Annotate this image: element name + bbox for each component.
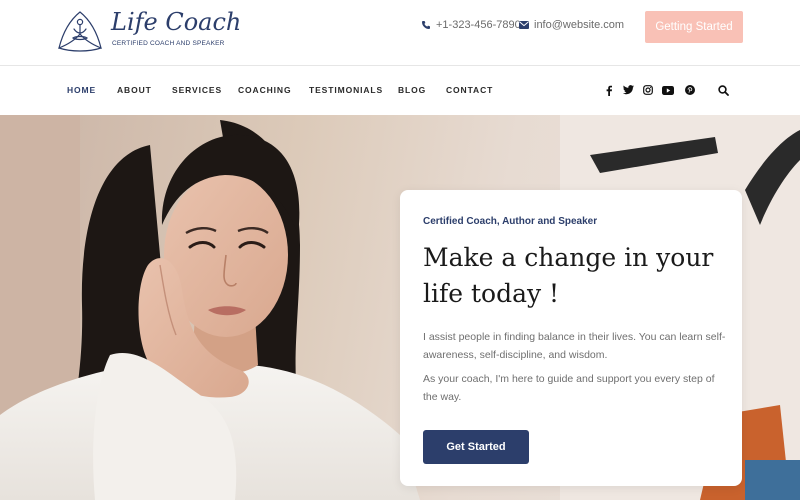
twitter-icon[interactable] [622, 84, 634, 96]
hero-section: Certified Coach, Author and Speaker Make… [0, 115, 800, 500]
hero-paragraph-1: I assist people in finding balance in th… [423, 331, 726, 361]
get-started-button[interactable]: Get Started [423, 430, 529, 464]
youtube-icon[interactable] [662, 84, 674, 96]
logo-title: Life Coach [111, 8, 242, 36]
envelope-icon [519, 21, 529, 29]
pinterest-icon[interactable] [684, 84, 696, 96]
top-bar: Life Coach CERTIFIED COACH AND SPEAKER +… [0, 0, 800, 66]
phone-icon [422, 21, 430, 29]
email-contact[interactable]: info@website.com [519, 19, 624, 31]
phone-contact[interactable]: +1-323-456-7890 [421, 19, 521, 31]
instagram-icon[interactable] [642, 84, 654, 96]
logo[interactable]: Life Coach CERTIFIED COACH AND SPEAKER [55, 6, 241, 56]
facebook-icon[interactable] [603, 84, 615, 96]
hero-card: Certified Coach, Author and Speaker Make… [400, 190, 742, 486]
nav-item-about[interactable]: ABOUT [117, 85, 152, 95]
hero-eyebrow: Certified Coach, Author and Speaker [423, 216, 598, 227]
getting-started-button[interactable]: Getting Started [645, 11, 743, 43]
nav-item-contact[interactable]: CONTACT [446, 85, 493, 95]
nav-item-coaching[interactable]: COACHING [238, 85, 291, 95]
phone-number: +1-323-456-7890 [436, 19, 521, 31]
email-address: info@website.com [534, 19, 625, 31]
logo-tagline: CERTIFIED COACH AND SPEAKER [112, 40, 225, 47]
nav-item-services[interactable]: SERVICES [172, 85, 222, 95]
search-icon[interactable] [717, 84, 729, 96]
meditation-logo-icon [58, 11, 102, 52]
main-nav: HOME ABOUT SERVICES COACHING TESTIMONIAL… [0, 66, 800, 115]
nav-item-testimonials[interactable]: TESTIMONIALS [309, 85, 383, 95]
hero-paragraph-2: As your coach, I'm here to guide and sup… [423, 373, 715, 403]
nav-item-blog[interactable]: BLOG [398, 85, 426, 95]
nav-item-home[interactable]: HOME [67, 85, 96, 95]
hero-heading: Make a change in your life today ! [423, 243, 714, 308]
